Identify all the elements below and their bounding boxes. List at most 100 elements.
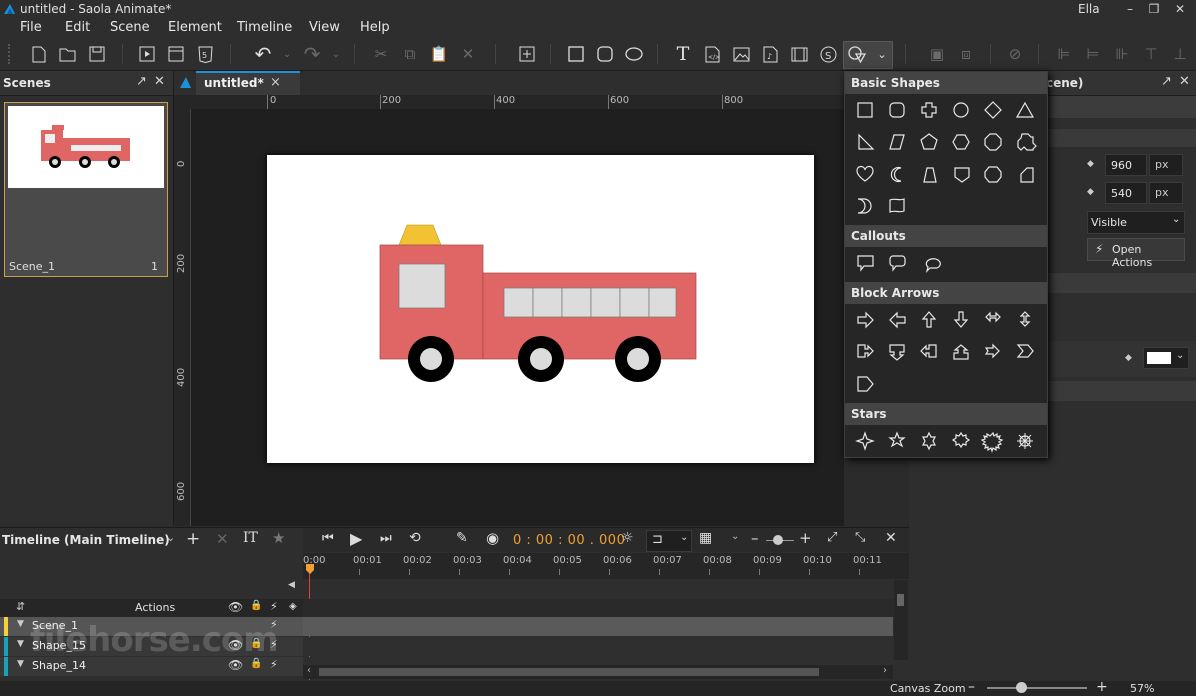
width-field[interactable]: 960 [1105, 154, 1147, 176]
undock-icon[interactable]: ↗ [1161, 74, 1172, 89]
play-icon[interactable]: ▶ [350, 529, 362, 548]
fill-color-picker[interactable]: ⌄ [1143, 347, 1189, 369]
visibility-select[interactable]: Visible ⌄ [1087, 211, 1185, 234]
add-element-icon[interactable] [517, 44, 537, 64]
tab-untitled[interactable]: untitled* × [196, 71, 300, 95]
menu-file[interactable]: File [20, 20, 42, 35]
chevron-down-icon[interactable]: ▼ [17, 639, 24, 649]
group-icon[interactable]: ▣ [927, 44, 947, 64]
save-icon[interactable] [87, 44, 107, 64]
scene-track[interactable] [303, 617, 893, 636]
canvas-zoom-slider[interactable] [987, 687, 1087, 689]
shapes-dropdown-arrow-icon[interactable]: ⌄ [875, 44, 889, 64]
ellipse-tool-icon[interactable] [624, 44, 644, 64]
shapes-icon[interactable] [847, 44, 867, 64]
shape-track[interactable] [303, 637, 893, 656]
keyframe-diamond-icon[interactable]: ◆ [1087, 159, 1094, 169]
scene-thumbnail[interactable]: Scene_1 1 [4, 102, 168, 277]
timeline-vertical-scrollbar[interactable] [894, 580, 908, 660]
menu-edit[interactable]: Edit [65, 20, 90, 35]
copy-icon[interactable]: ⧉ [400, 44, 420, 64]
collapse-left-icon[interactable]: ◀ [288, 580, 295, 590]
undo-icon[interactable]: ↶ [253, 42, 273, 66]
transform-icon[interactable]: ⊘ [1005, 44, 1025, 64]
redo-icon[interactable]: ↷ [302, 42, 322, 66]
video-icon[interactable] [789, 44, 809, 64]
grid-icon[interactable]: ▦ [699, 530, 712, 546]
snap-select[interactable]: ⊐ ⌄ [646, 530, 692, 552]
record-icon[interactable]: ◉ [486, 529, 499, 547]
audio-icon[interactable]: ♪ [760, 44, 780, 64]
width-unit-select[interactable]: px [1149, 154, 1183, 176]
add-timeline-icon[interactable]: + [186, 529, 200, 549]
lock-icon[interactable]: 🔒 [250, 600, 262, 611]
redo-dropdown-icon[interactable]: ⌄ [330, 44, 342, 64]
cut-icon[interactable]: ✂ [371, 44, 391, 64]
zoom-out-icon[interactable]: – [968, 679, 975, 695]
timeline-horizontal-scrollbar[interactable]: ‹ › [303, 665, 893, 679]
align-right-icon[interactable]: ⊪ [1112, 44, 1132, 64]
chevron-down-icon[interactable]: ▼ [17, 659, 24, 669]
truck-window[interactable] [398, 263, 446, 309]
menu-scene[interactable]: Scene [110, 20, 150, 35]
timeline-zoom-slider[interactable] [773, 535, 783, 545]
delete-icon[interactable]: ✕ [458, 44, 478, 64]
lightning-icon[interactable]: ⚡ [270, 600, 278, 613]
truck-ladder[interactable] [503, 287, 677, 318]
fit-icon[interactable]: ⤢ [827, 530, 837, 545]
zoom-in-icon[interactable]: + [1096, 679, 1108, 695]
text-tool-icon[interactable]: T [673, 43, 693, 65]
ungroup-icon[interactable]: ⧈ [956, 44, 976, 64]
rename-timeline-icon[interactable]: IT [243, 530, 258, 546]
truck-light[interactable] [398, 224, 442, 246]
shape-track[interactable] [303, 657, 893, 665]
paste-icon[interactable]: 📋 [429, 44, 449, 64]
truck-wheel[interactable] [518, 336, 564, 382]
skip-end-icon[interactable]: ⏭ [380, 531, 392, 546]
user-name[interactable]: Ella [1078, 2, 1100, 16]
symbol-icon[interactable]: S [818, 44, 838, 64]
skip-start-icon[interactable]: ⏮ [322, 531, 334, 546]
align-center-icon[interactable]: ⊨ [1083, 44, 1103, 64]
zoom-in-icon[interactable]: + [799, 529, 812, 547]
align-left-icon[interactable]: ⊫ [1054, 44, 1074, 64]
close-panel-icon[interactable]: ✕ [1179, 74, 1190, 89]
sort-icon[interactable]: ⇵ [16, 600, 25, 613]
align-top-icon[interactable]: ⊤ [1141, 44, 1161, 64]
html-widget-icon[interactable]: </> [702, 44, 722, 64]
undock-icon[interactable]: ↗ [136, 74, 147, 89]
visibility-eye-icon[interactable]: 👁 [228, 600, 243, 614]
tab-close-icon[interactable]: × [270, 75, 281, 90]
height-field[interactable]: 540 [1105, 182, 1147, 204]
expand-icon[interactable]: ⤡ [855, 530, 865, 545]
chevron-down-icon[interactable]: ▼ [17, 619, 24, 629]
favorite-icon[interactable]: ★ [272, 529, 285, 547]
edit-keyframe-icon[interactable]: ✎ [456, 530, 468, 546]
close-window-button[interactable]: ✕ [1162, 0, 1196, 18]
loop-icon[interactable]: ⟲ [409, 530, 421, 546]
light-settings-icon[interactable]: ☼ [621, 530, 634, 546]
open-actions-button[interactable]: ⚡ Open Actions [1087, 238, 1185, 269]
truck-wheel[interactable] [615, 336, 661, 382]
rounded-rectangle-tool-icon[interactable] [595, 44, 615, 64]
undo-dropdown-icon[interactable]: ⌄ [281, 44, 293, 64]
canvas-zoom-knob[interactable] [1015, 682, 1027, 693]
keyframe-diamond-icon[interactable]: ◆ [1125, 353, 1132, 363]
keyframe-diamond-icon[interactable]: ◆ [1087, 187, 1094, 197]
grid-chevron-icon[interactable]: ⌄ [731, 531, 739, 542]
delete-timeline-icon[interactable]: ✕ [216, 530, 229, 548]
height-unit-select[interactable]: px [1149, 182, 1183, 204]
preview-icon[interactable] [137, 44, 157, 64]
open-folder-icon[interactable] [58, 44, 78, 64]
menu-timeline[interactable]: Timeline [237, 20, 292, 35]
shapes-grid[interactable] [845, 72, 1047, 457]
zoom-out-icon[interactable]: – [751, 529, 759, 547]
stage[interactable] [267, 155, 814, 463]
html5-export-icon[interactable]: 5 [195, 44, 215, 64]
rectangle-tool-icon[interactable] [566, 44, 586, 64]
current-time[interactable]: 0 : 00 : 00 . 000 [513, 533, 625, 548]
menu-element[interactable]: Element [168, 20, 222, 35]
preview-browser-icon[interactable] [166, 44, 186, 64]
menu-view[interactable]: View [309, 20, 340, 35]
truck-wheel[interactable] [408, 336, 454, 382]
